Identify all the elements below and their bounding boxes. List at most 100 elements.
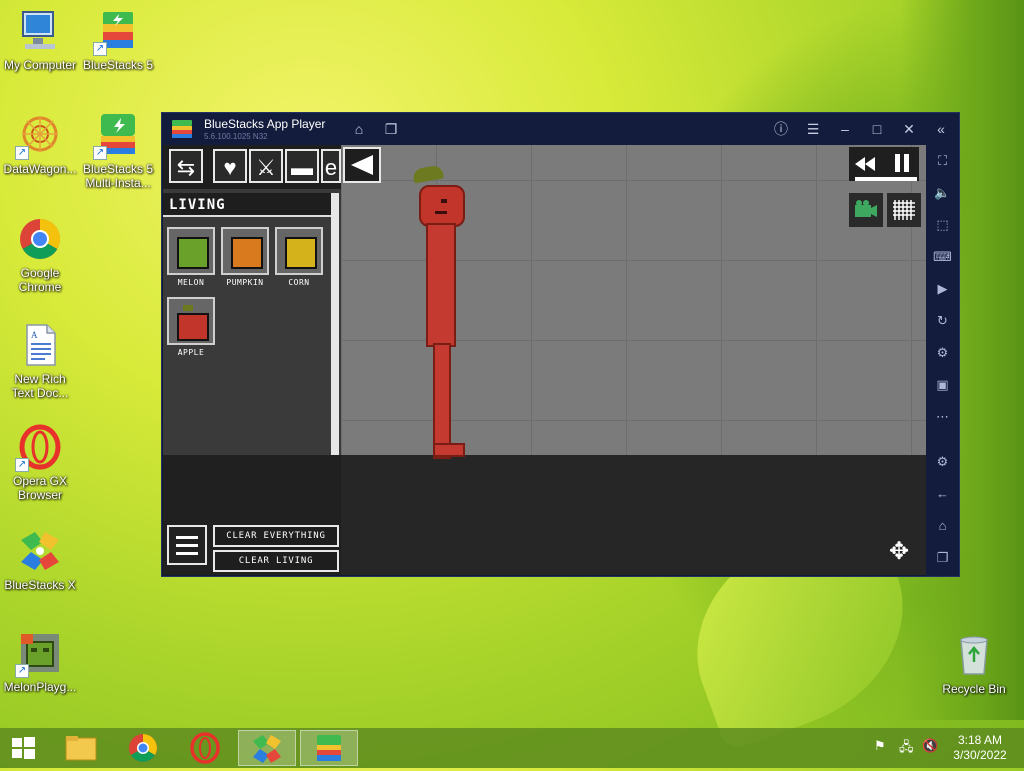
window-titlebar[interactable]: BlueStacks App Player 5.6.100.1025 N32 ⌂…: [162, 113, 959, 145]
rewind-button[interactable]: [849, 147, 883, 181]
desktop-icon-datawagon[interactable]: ↗ DataWagon...: [0, 112, 80, 176]
recycle-bin-icon: [951, 632, 997, 678]
firearms-category-gun-icon[interactable]: ▬: [285, 149, 319, 183]
item-corn[interactable]: CORN: [275, 227, 323, 287]
desktop-icon-melon-playground[interactable]: ↗ MelonPlayg...: [0, 630, 80, 694]
apk-icon[interactable]: ▣: [932, 374, 953, 395]
network-icon[interactable]: 🖧: [899, 738, 914, 760]
keyboard-icon[interactable]: ⌨: [932, 246, 953, 267]
apple-icon: [177, 313, 209, 341]
home-icon[interactable]: ⌂: [349, 119, 369, 139]
fullscreen-icon[interactable]: ⛶: [932, 150, 953, 171]
desktop-icon-my-computer[interactable]: My Computer: [0, 8, 80, 72]
desktop-icon-label: Opera GX Browser: [12, 474, 68, 502]
settings-icon[interactable]: ⚙: [932, 451, 953, 472]
item-label: PUMPKIN: [226, 278, 264, 287]
help-icon[interactable]: ⓘ: [771, 119, 791, 139]
multi-instance-icon[interactable]: ❐: [381, 119, 401, 139]
living-category-heart-icon[interactable]: ♥: [213, 149, 247, 183]
item-apple[interactable]: APPLE: [167, 297, 215, 357]
back-icon[interactable]: ←: [932, 483, 953, 504]
shortcut-arrow-icon: ↗: [15, 146, 29, 160]
explosives-category-icon[interactable]: e: [321, 149, 341, 183]
item-melon[interactable]: MELON: [167, 227, 215, 287]
chrome-icon: [17, 216, 63, 262]
shortcut-arrow-icon: ↗: [93, 42, 107, 56]
item-thumbnail: [167, 227, 215, 275]
grid-toggle-button[interactable]: [887, 193, 921, 227]
item-thumbnail: [275, 227, 323, 275]
bluestacks-x-icon: [253, 735, 281, 763]
game-area[interactable]: ✥ ⇆ ♥ ⚔ ▬ e LIVING MELON PUMPKIN CORN AP…: [163, 145, 926, 575]
time-scale-bar: [855, 177, 917, 181]
apple-character-legs[interactable]: [433, 343, 451, 459]
rewind-icon: [855, 157, 875, 171]
pumpkin-icon: [231, 237, 263, 269]
pause-button[interactable]: [885, 147, 919, 181]
apple-character-head[interactable]: [419, 185, 465, 227]
desktop-icon-label: BlueStacks 5: [82, 58, 154, 72]
swap-categories-button[interactable]: ⇆: [169, 149, 203, 183]
camera-button[interactable]: [849, 193, 883, 227]
recent-apps-icon[interactable]: ❐: [932, 547, 953, 568]
maximize-icon[interactable]: □: [867, 119, 887, 139]
desktop-icon-bluestacks-multi[interactable]: ↗ BlueStacks 5 Multi-Insta...: [78, 112, 158, 190]
melee-category-sword-icon[interactable]: ⚔: [249, 149, 283, 183]
taskbar-bluestacks-x[interactable]: [238, 730, 296, 766]
android-home-icon[interactable]: ⌂: [932, 515, 953, 536]
gamepad-icon[interactable]: ⚙: [932, 342, 953, 363]
bluestacks-icon: [317, 735, 341, 761]
apple-character-body[interactable]: [426, 223, 456, 347]
collapse-sidebar-icon[interactable]: «: [931, 119, 951, 139]
desktop-icon-bluestacks-5[interactable]: ↗ BlueStacks 5: [78, 8, 158, 72]
move-icon[interactable]: ✥: [889, 537, 909, 566]
pointer-lock-icon[interactable]: ⬚: [932, 214, 953, 235]
datawagon-icon: ↗: [15, 112, 63, 160]
clear-living-button[interactable]: CLEAR LIVING: [213, 550, 339, 572]
menu-icon[interactable]: ☰: [803, 119, 823, 139]
item-label: APPLE: [177, 348, 205, 357]
minimize-icon[interactable]: –: [835, 119, 855, 139]
taskbar-file-explorer[interactable]: [52, 730, 110, 766]
grid-icon: [893, 200, 915, 220]
more-icon[interactable]: ⋯: [932, 406, 953, 427]
opera-icon: ↗: [15, 424, 63, 472]
desktop-icon-recycle-bin[interactable]: Recycle Bin: [934, 632, 1014, 696]
desktop-icon-label: New Rich Text Doc...: [11, 372, 69, 400]
apple-character-foot[interactable]: [433, 443, 465, 457]
action-center-flag-icon[interactable]: ⚑: [874, 738, 886, 754]
panel-scrollbar[interactable]: [331, 193, 339, 463]
taskbar-chrome[interactable]: [114, 730, 172, 766]
item-pumpkin[interactable]: PUMPKIN: [221, 227, 269, 287]
rotate-icon[interactable]: ↻: [932, 310, 953, 331]
game-floor: [341, 455, 926, 575]
desktop-icon-label: Google Chrome: [18, 266, 62, 294]
volume-icon[interactable]: 🔈: [932, 182, 953, 203]
item-label: CORN: [288, 278, 310, 287]
volume-muted-icon[interactable]: 🔇: [922, 738, 938, 754]
collapse-panel-button[interactable]: [343, 147, 381, 183]
windows-icon: [12, 737, 35, 759]
corn-icon: [285, 237, 317, 269]
main-menu-button[interactable]: [167, 525, 207, 565]
taskbar-opera-gx[interactable]: [176, 730, 234, 766]
item-panel: ⇆ ♥ ⚔ ▬ e LIVING MELON PUMPKIN CORN APPL…: [163, 145, 381, 575]
system-clock[interactable]: 3:18 AM 3/30/2022: [945, 733, 1015, 763]
desktop-icon-google-chrome[interactable]: Google Chrome: [0, 216, 80, 294]
close-icon[interactable]: ✕: [899, 119, 919, 139]
shortcut-arrow-icon: ↗: [15, 458, 29, 472]
camera-icon: [855, 200, 877, 217]
desktop-icon-label: BlueStacks 5 Multi-Insta...: [82, 162, 154, 190]
shortcut-arrow-icon: ↗: [15, 664, 29, 678]
macro-icon[interactable]: ▶: [932, 278, 953, 299]
desktop-icon-label: MelonPlayg...: [3, 680, 77, 694]
clear-everything-button[interactable]: CLEAR EVERYTHING: [213, 525, 339, 547]
taskbar-bluestacks-app-player[interactable]: [300, 730, 358, 766]
melon-playground-icon: ↗: [15, 630, 63, 678]
desktop-icon-label: Recycle Bin: [942, 682, 1006, 696]
desktop-icon-opera-gx[interactable]: ↗ Opera GX Browser: [0, 424, 80, 502]
bluestacks-logo-icon: [172, 120, 192, 138]
desktop-icon-bluestacks-x[interactable]: BlueStacks X: [0, 528, 80, 592]
start-button[interactable]: [0, 730, 46, 766]
desktop-icon-rich-text-doc[interactable]: A New Rich Text Doc...: [0, 322, 80, 400]
